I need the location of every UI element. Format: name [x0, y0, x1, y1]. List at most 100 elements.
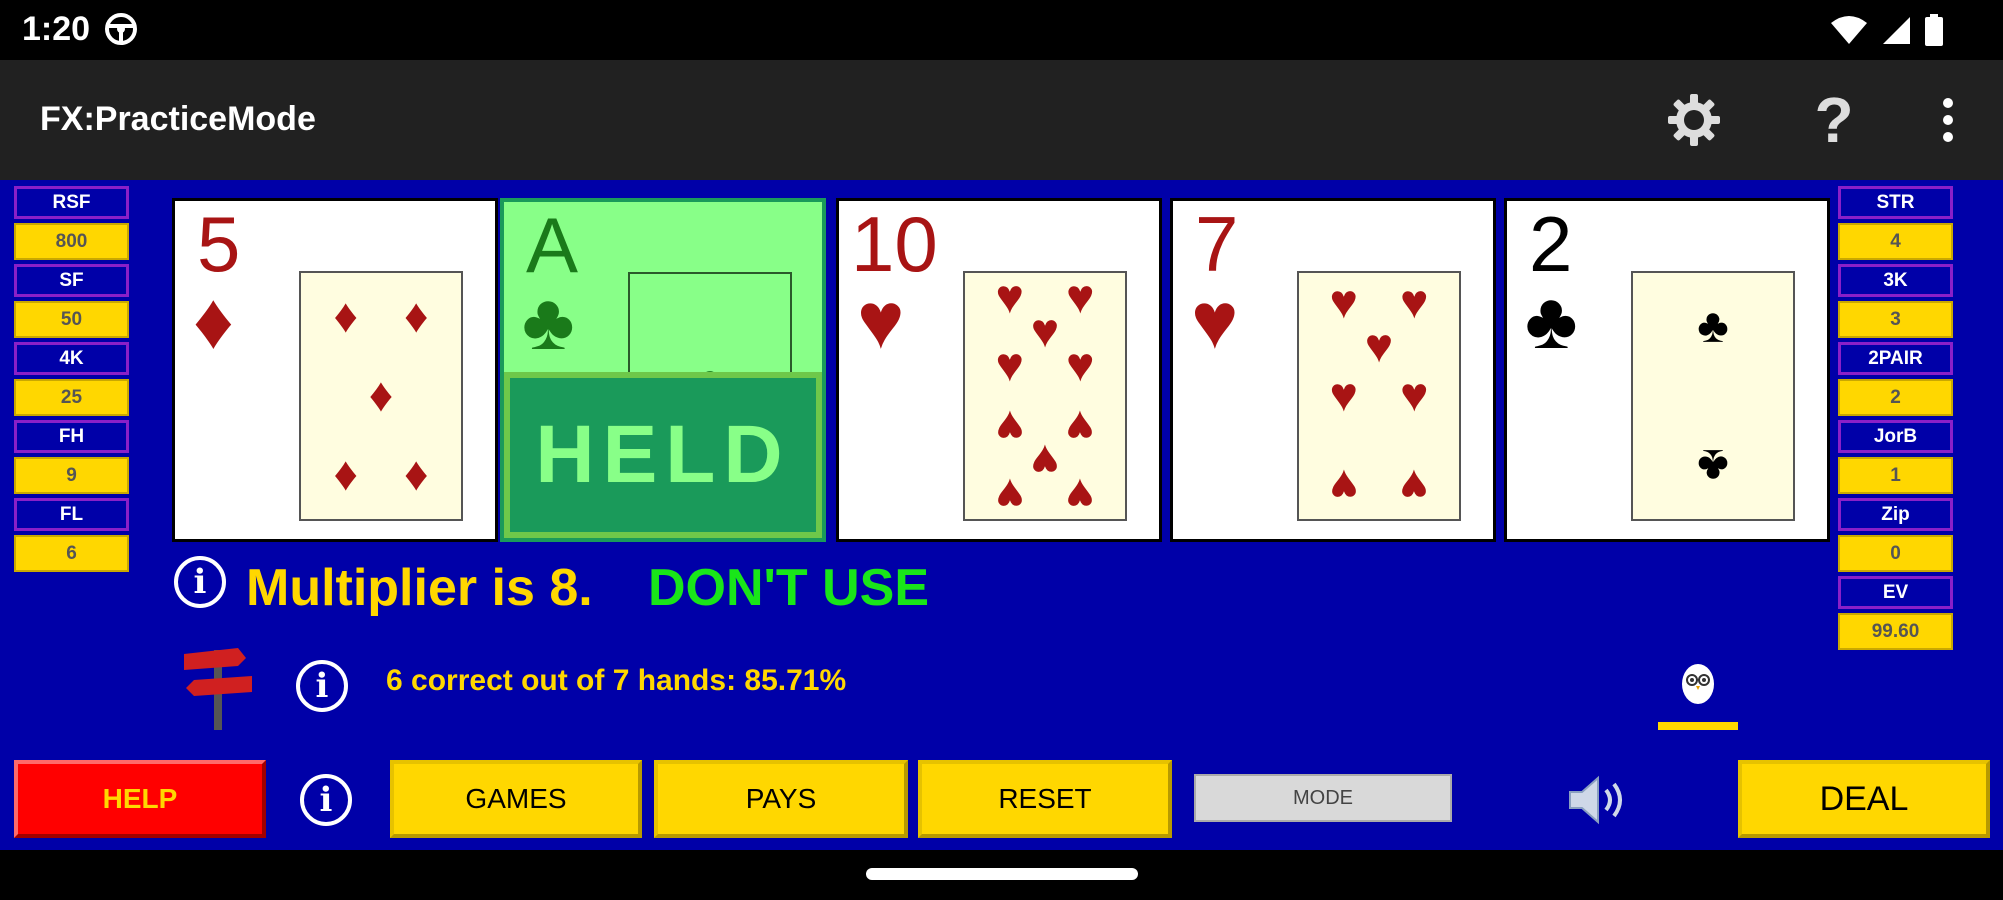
- heart-pip-icon: ♥: [1329, 275, 1359, 329]
- dont-use-text: DON'T USE: [648, 559, 930, 617]
- pay-label: EV: [1838, 576, 1953, 609]
- buttons-info-button[interactable]: i: [300, 774, 352, 826]
- pays-button[interactable]: PAYS: [654, 760, 908, 838]
- card-3[interactable]: 10 ♥ ♥ ♥ ♥ ♥ ♥ ♥ ♥ ♥ ♥ ♥: [836, 198, 1162, 542]
- pay-label: STR: [1838, 186, 1953, 219]
- info-icon: i: [319, 780, 333, 820]
- heart-pip-icon: ♥: [1399, 275, 1429, 329]
- club-pip-icon: ♣: [1697, 438, 1729, 492]
- pay-label: Zip: [1838, 498, 1953, 531]
- diamond-pip-icon: ♦: [333, 447, 359, 501]
- card-rank: 7: [1195, 200, 1239, 288]
- wifi-icon: [1831, 16, 1867, 44]
- held-label: HELD: [535, 409, 791, 500]
- mode-button[interactable]: MODE: [1194, 774, 1452, 822]
- pay-value: 6: [14, 535, 129, 572]
- heart-pip-icon: ♥: [995, 399, 1025, 453]
- pay-label: FL: [14, 498, 129, 531]
- heart-icon: ♥: [1191, 276, 1239, 365]
- multiplier-info-button[interactable]: i: [174, 556, 226, 608]
- card-face: ♣ ♣: [1631, 271, 1795, 521]
- pay-label: JorB: [1838, 420, 1953, 453]
- pay-label: 4K: [14, 342, 129, 375]
- info-icon: i: [193, 562, 207, 602]
- owl-icon[interactable]: [1650, 656, 1746, 736]
- status-time: 1:20: [22, 10, 91, 48]
- heart-pip-icon: ♥: [1065, 339, 1095, 393]
- heart-pip-icon: ♥: [1364, 319, 1394, 373]
- diamond-pip-icon: ♦: [403, 447, 429, 501]
- more-vert-icon: [1943, 98, 1953, 142]
- navigation-bar: [0, 850, 2003, 900]
- overflow-menu-button[interactable]: [1918, 90, 1978, 150]
- heart-pip-icon: ♥: [995, 339, 1025, 393]
- game-area: RSF 800 SF 50 4K 25 FH 9 FL 6 STR 4 3K 3…: [0, 180, 2003, 850]
- card-rank: 2: [1529, 200, 1573, 288]
- signal-icon: [1883, 17, 1910, 44]
- steering-wheel-icon: [105, 13, 137, 45]
- paytable-right: STR 4 3K 3 2PAIR 2 JorB 1 Zip 0 EV 99.60: [1838, 186, 1953, 654]
- signpost-icon[interactable]: [180, 640, 260, 730]
- diamond-pip-icon: ♦: [403, 290, 429, 344]
- status-bar: 1:20: [0, 0, 2003, 60]
- pay-value: 2: [1838, 379, 1953, 416]
- pay-value: 99.60: [1838, 613, 1953, 650]
- heart-pip-icon: ♥: [995, 270, 1025, 324]
- battery-icon: [1925, 14, 1943, 46]
- app-bar: FX:PracticeMode ?: [0, 60, 2003, 180]
- pay-value: 25: [14, 379, 129, 416]
- home-gesture-handle[interactable]: [866, 868, 1138, 880]
- deal-button[interactable]: DEAL: [1738, 760, 1990, 838]
- games-button[interactable]: GAMES: [390, 760, 642, 838]
- pay-label: 2PAIR: [1838, 342, 1953, 375]
- pay-value: 0: [1838, 535, 1953, 572]
- score-info-button[interactable]: i: [296, 660, 348, 712]
- pay-label: FH: [14, 420, 129, 453]
- pay-label: 3K: [1838, 264, 1953, 297]
- club-pip-icon: ♣: [1697, 300, 1729, 354]
- heart-icon: ♥: [857, 276, 905, 365]
- info-icon: i: [315, 666, 329, 706]
- multiplier-text: Multiplier is 8.: [246, 559, 593, 617]
- heart-pip-icon: ♥: [1399, 369, 1429, 422]
- heart-pip-icon: ♥: [1065, 270, 1095, 324]
- card-rank: 10: [851, 200, 938, 288]
- pay-value: 3: [1838, 301, 1953, 338]
- heart-pip-icon: ♥: [1030, 433, 1060, 487]
- gear-icon: [1668, 94, 1720, 146]
- card-face: ♥ ♥ ♥ ♥ ♥ ♥ ♥ ♥ ♥ ♥: [963, 271, 1127, 521]
- card-rank: 5: [197, 200, 241, 288]
- card-1[interactable]: 5 ♦ ♦ ♦ ♦ ♦ ♦: [172, 198, 498, 542]
- held-overlay: HELD: [504, 372, 822, 538]
- heart-pip-icon: ♥: [1065, 399, 1095, 453]
- heart-pip-icon: ♥: [1329, 369, 1359, 422]
- app-title: FX:PracticeMode: [40, 100, 316, 138]
- pay-value: 4: [1838, 223, 1953, 260]
- diamond-icon: ♦: [193, 276, 234, 365]
- heart-pip-icon: ♥: [1329, 458, 1359, 512]
- card-face: ♦ ♦ ♦ ♦ ♦: [299, 271, 463, 521]
- score-text: 6 correct out of 7 hands: 85.71%: [386, 664, 847, 697]
- help-menu-button[interactable]: ?: [1804, 84, 1864, 156]
- paytable-left: RSF 800 SF 50 4K 25 FH 9 FL 6: [14, 186, 129, 576]
- diamond-pip-icon: ♦: [368, 369, 394, 422]
- heart-pip-icon: ♥: [1030, 305, 1060, 359]
- pay-value: 50: [14, 301, 129, 338]
- question-mark-icon: ?: [1814, 84, 1854, 156]
- help-button[interactable]: HELP: [14, 760, 266, 838]
- card-5[interactable]: 2 ♣ ♣ ♣: [1504, 198, 1830, 542]
- settings-button[interactable]: [1664, 90, 1724, 150]
- pay-value: 1: [1838, 457, 1953, 494]
- pay-value: 9: [14, 457, 129, 494]
- reset-button[interactable]: RESET: [918, 760, 1172, 838]
- diamond-pip-icon: ♦: [333, 290, 359, 344]
- pay-label: RSF: [14, 186, 129, 219]
- speaker-icon[interactable]: [1566, 772, 1632, 828]
- status-icons: [1831, 14, 1943, 46]
- club-icon: ♣: [522, 277, 575, 366]
- pay-value: 800: [14, 223, 129, 260]
- card-2[interactable]: A ♣ ♣ HELD: [500, 198, 826, 542]
- pay-label: SF: [14, 264, 129, 297]
- card-4[interactable]: 7 ♥ ♥ ♥ ♥ ♥ ♥ ♥ ♥: [1170, 198, 1496, 542]
- card-face: ♥ ♥ ♥ ♥ ♥ ♥ ♥: [1297, 271, 1461, 521]
